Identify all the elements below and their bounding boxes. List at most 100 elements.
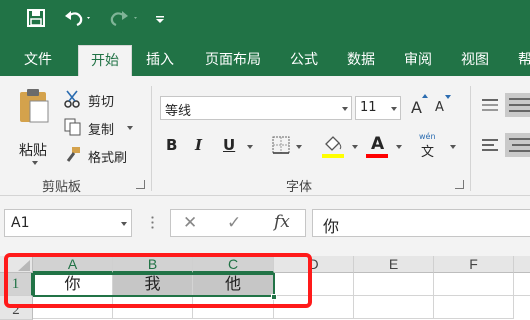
ribbon-tabs: 文件 开始 插入 页面布局 公式 数据 审阅 视图 帮: [0, 40, 530, 76]
chevron-down-icon[interactable]: [352, 145, 358, 149]
formula-buttons: ✕ ✓ fx: [170, 209, 306, 237]
tab-page-layout[interactable]: 页面布局: [194, 45, 272, 76]
decrease-font-size-button[interactable]: A: [434, 94, 454, 120]
name-box[interactable]: A1: [4, 209, 132, 237]
cancel-icon[interactable]: ✕: [183, 213, 197, 233]
fill-color-swatch: [322, 154, 344, 158]
increase-font-size-button[interactable]: A: [410, 94, 430, 120]
column-header-f[interactable]: F: [434, 256, 514, 273]
enter-icon[interactable]: ✓: [227, 213, 241, 233]
format-painter-label: 格式刷: [88, 151, 128, 166]
column-header-c[interactable]: C: [193, 256, 274, 273]
phonetic-ruby: wén: [419, 132, 436, 141]
chevron-down-icon[interactable]: [396, 145, 402, 149]
bold-button[interactable]: B: [166, 136, 177, 154]
chevron-down-icon[interactable]: [127, 126, 133, 130]
tab-file[interactable]: 文件: [14, 45, 62, 76]
italic-button[interactable]: I: [195, 136, 202, 154]
column-header-a[interactable]: A: [33, 256, 113, 273]
increase-font-size-label: A: [411, 98, 422, 117]
cut-button[interactable]: 剪切: [64, 90, 134, 110]
name-box-value: A1: [11, 215, 30, 231]
customize-qat-icon[interactable]: [155, 8, 165, 32]
redo-icon[interactable]: [105, 8, 141, 32]
format-painter-button[interactable]: 格式刷: [64, 146, 144, 166]
copy-button[interactable]: 复制: [64, 118, 150, 138]
clipboard-group-label: 剪贴板: [42, 180, 82, 195]
tab-help[interactable]: 帮: [510, 45, 530, 76]
fill-handle[interactable]: [271, 294, 277, 300]
copy-icon: [64, 118, 82, 140]
clipboard-icon: [18, 88, 50, 128]
cell-f2[interactable]: [434, 296, 514, 319]
tab-insert[interactable]: 插入: [136, 45, 184, 76]
chevron-down-icon[interactable]: [450, 145, 456, 149]
column-header-g[interactable]: [514, 256, 530, 273]
group-divider: [470, 86, 471, 191]
cell-a2[interactable]: [33, 296, 113, 319]
arrow-up-icon: [422, 94, 428, 98]
cell-e2[interactable]: [354, 296, 434, 319]
tab-review[interactable]: 审阅: [394, 45, 442, 76]
align-center-icon[interactable]: [505, 133, 530, 161]
cell-b2[interactable]: [113, 296, 193, 319]
cell-e1[interactable]: [354, 273, 434, 296]
ribbon-home: 粘贴 剪切 复制 格式刷 剪贴板 等线 11 A A B I U A wén 文…: [0, 76, 530, 196]
tab-home[interactable]: 开始: [78, 45, 132, 76]
phonetic-guide-button[interactable]: wén 文: [418, 132, 442, 160]
cell-g1[interactable]: [514, 273, 530, 296]
formula-input[interactable]: 你: [312, 209, 530, 237]
cell-b1[interactable]: 我: [113, 273, 193, 296]
brush-icon: [64, 146, 82, 168]
cell-f1[interactable]: [434, 273, 514, 296]
font-group-label: 字体: [286, 180, 313, 195]
font-name-value: 等线: [165, 104, 192, 119]
borders-icon[interactable]: [272, 136, 290, 158]
insert-function-icon[interactable]: fx: [274, 212, 290, 232]
chevron-down-icon: [121, 222, 127, 226]
chevron-down-icon: [342, 107, 348, 111]
font-color-swatch: [366, 154, 388, 158]
column-header-b[interactable]: B: [113, 256, 193, 273]
align-left-icon[interactable]: [480, 136, 500, 158]
cell-c1[interactable]: 他: [193, 273, 274, 296]
cut-label: 剪切: [88, 95, 115, 110]
row-header-1[interactable]: 1: [0, 273, 33, 296]
vertical-dots-icon[interactable]: [151, 215, 154, 231]
underline-button[interactable]: U: [223, 136, 235, 154]
tab-formulas[interactable]: 公式: [280, 45, 328, 76]
column-header-d[interactable]: D: [274, 256, 354, 273]
cell-d1[interactable]: [274, 273, 354, 296]
font-dialog-launcher-icon[interactable]: [455, 180, 464, 189]
chevron-down-icon: [32, 161, 38, 165]
font-name-select[interactable]: 等线: [160, 96, 352, 120]
decrease-font-size-label: A: [435, 100, 444, 115]
scissors-icon: [64, 90, 82, 112]
phonetic-base: 文: [421, 145, 435, 160]
group-divider: [151, 86, 152, 191]
font-size-select[interactable]: 11: [355, 96, 401, 120]
arrow-down-icon: [445, 95, 451, 99]
clipboard-dialog-launcher-icon[interactable]: [136, 180, 145, 189]
select-all-button[interactable]: [0, 256, 33, 273]
formula-value: 你: [323, 217, 340, 236]
font-color-button[interactable]: A: [371, 134, 384, 154]
align-middle-icon[interactable]: [505, 93, 530, 121]
paste-label: 粘贴: [19, 143, 47, 159]
chevron-down-icon[interactable]: [247, 145, 253, 149]
align-top-icon[interactable]: [480, 96, 500, 118]
paste-button[interactable]: 粘贴: [12, 86, 58, 165]
cell-c2[interactable]: [193, 296, 274, 319]
cell-a1[interactable]: 你: [33, 273, 113, 296]
tab-data[interactable]: 数据: [337, 45, 385, 76]
tab-view[interactable]: 视图: [451, 45, 499, 76]
worksheet-grid: A B C D E F 1 2 你 我 他: [0, 256, 530, 320]
save-icon[interactable]: [26, 8, 46, 32]
chevron-down-icon[interactable]: [296, 145, 302, 149]
formula-bar-area: A1 ✕ ✓ fx 你: [0, 196, 530, 256]
chevron-down-icon: [391, 107, 397, 111]
column-header-e[interactable]: E: [354, 256, 434, 273]
cell-d2[interactable]: [274, 296, 354, 319]
undo-icon[interactable]: [63, 8, 93, 32]
row-header-2[interactable]: 2: [0, 296, 33, 320]
